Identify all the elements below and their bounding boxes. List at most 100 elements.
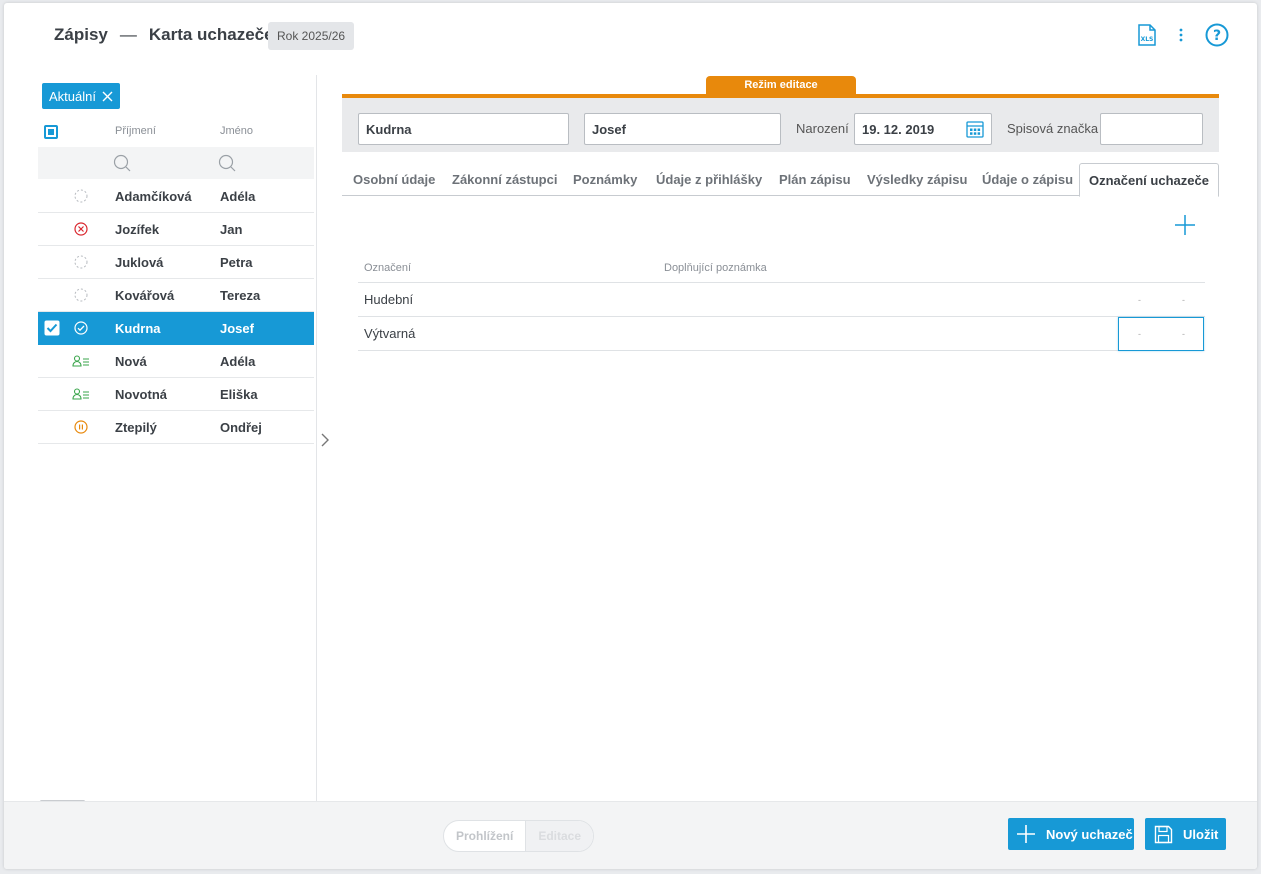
pending-icon <box>74 288 88 302</box>
firstname: Tereza <box>220 287 261 303</box>
new-applicant-button[interactable]: Nový uchazeč <box>1008 818 1134 850</box>
firstname: Petra <box>220 254 253 270</box>
filter-chip-label: Aktuální <box>49 88 96 104</box>
calendar-icon[interactable] <box>966 120 984 138</box>
page-name: Karta uchazeče <box>148 25 274 44</box>
help-icon[interactable]: ? <box>1205 23 1229 47</box>
tab-plan-zapisu[interactable]: Plán zápisu <box>779 163 851 196</box>
list-item[interactable]: Novotná Eliška <box>38 378 314 411</box>
view-mode-option[interactable]: Prohlížení <box>444 821 525 851</box>
enrolled-icon <box>72 387 90 401</box>
app-window: Zápisy — Karta uchazeče Rok 2025/26 XLS … <box>4 3 1257 869</box>
header-actions: XLS ? <box>1137 23 1229 47</box>
add-icon[interactable] <box>1174 214 1196 236</box>
title-separator: — <box>119 25 137 44</box>
edit-mode-option[interactable]: Editace <box>525 821 594 851</box>
applicant-edit-bar: Kudrna Josef Narození 19. 12. 2019 Spiso… <box>342 94 1219 152</box>
firstname: Josef <box>220 320 254 336</box>
surname: Adamčíková <box>115 188 192 204</box>
row-checkbox[interactable] <box>44 320 60 336</box>
tab-zakonni-zastupci[interactable]: Zákonní zástupci <box>452 163 557 196</box>
close-icon[interactable] <box>102 91 113 102</box>
filter-chip[interactable]: Aktuální <box>42 83 120 109</box>
table-row[interactable]: Hudební - - <box>358 283 1205 317</box>
surname: Ztepilý <box>115 419 157 435</box>
surname: Kovářová <box>115 287 175 303</box>
column-header-label: Označení <box>364 262 412 274</box>
firstname: Adéla <box>220 188 256 204</box>
detail-tabs: Osobní údaje Zákonní zástupci Poznámky Ú… <box>342 163 1219 197</box>
paused-icon <box>74 420 88 434</box>
label-cell: Výtvarná <box>364 326 416 341</box>
help-icon-text: ? <box>1213 28 1221 44</box>
rejected-icon <box>74 222 88 236</box>
label-cell: Hudební <box>364 292 414 307</box>
select-all-checkbox[interactable] <box>44 125 58 139</box>
list-item[interactable]: Jozífek Jan <box>38 213 314 246</box>
chevron-right-icon[interactable] <box>320 433 330 447</box>
column-header-surname[interactable]: Příjmení <box>115 125 156 137</box>
list-item[interactable]: Adamčíková Adéla <box>38 180 314 213</box>
save-icon <box>1154 825 1173 843</box>
applicant-list: Adamčíková Adéla Jozífek Jan Juklová Pet… <box>38 180 314 444</box>
xls-export-icon[interactable]: XLS <box>1137 24 1157 46</box>
save-button[interactable]: Uložit <box>1145 818 1226 850</box>
birth-date-value: 19. 12. 2019 <box>862 121 935 137</box>
focused-cell[interactable] <box>1118 317 1204 351</box>
pending-icon <box>74 189 88 203</box>
tab-vysledky-zapisu[interactable]: Výsledky zápisu <box>867 163 967 196</box>
column-header-note: Doplňující poznámka <box>664 262 767 274</box>
mode-switch[interactable]: Prohlížení Editace <box>443 820 595 852</box>
list-item[interactable]: Ztepilý Ondřej <box>38 411 314 444</box>
firstname-field[interactable]: Josef <box>584 113 781 145</box>
search-icon[interactable] <box>113 154 131 172</box>
firstname: Jan <box>220 221 243 237</box>
row-action-placeholder[interactable]: - <box>1138 329 1141 339</box>
row-action-placeholder[interactable]: - <box>1182 329 1185 339</box>
list-item-selected[interactable]: Kudrna Josef <box>38 312 314 345</box>
enrolled-icon <box>72 354 90 368</box>
label-table: Označení Doplňující poznámka Hudební - -… <box>358 253 1205 351</box>
footer-bar: Prohlížení Editace Nový uchazeč Uložit <box>4 801 1257 869</box>
tab-oznaceni-uchazece[interactable]: Označení uchazeče <box>1079 163 1219 197</box>
surname-field[interactable]: Kudrna <box>358 113 569 145</box>
tab-udaje-o-zapisu[interactable]: Údaje o zápisu <box>982 163 1073 196</box>
tab-osobni-udaje[interactable]: Osobní údaje <box>353 163 435 196</box>
app-name: Zápisy <box>54 25 108 44</box>
file-number-field[interactable] <box>1100 113 1203 145</box>
list-item[interactable]: Nová Adéla <box>38 345 314 378</box>
list-header: Příjmení Jméno <box>38 121 314 145</box>
surname: Jozífek <box>115 221 160 237</box>
column-header-firstname[interactable]: Jméno <box>220 125 253 137</box>
surname: Juklová <box>115 254 164 270</box>
search-icon[interactable] <box>218 154 236 172</box>
table-header: Označení Doplňující poznámka <box>358 253 1205 283</box>
list-item[interactable]: Kovářová Tereza <box>38 279 314 312</box>
row-action-placeholder[interactable]: - <box>1138 295 1141 305</box>
file-number-label: Spisová značka <box>1007 121 1099 136</box>
birth-date-field[interactable]: 19. 12. 2019 <box>854 113 992 145</box>
firstname: Adéla <box>220 353 256 369</box>
plus-icon <box>1017 825 1035 843</box>
school-year-badge[interactable]: Rok 2025/26 <box>268 22 355 50</box>
surname: Kudrna <box>115 320 161 336</box>
pending-icon <box>74 255 88 269</box>
tab-udaje-z-prihlasky[interactable]: Údaje z přihlášky <box>656 163 762 196</box>
surname: Nová <box>115 353 147 369</box>
list-item[interactable]: Juklová Petra <box>38 246 314 279</box>
firstname: Eliška <box>220 386 258 402</box>
more-menu-icon[interactable] <box>1179 27 1183 43</box>
row-action-placeholder[interactable]: - <box>1182 295 1185 305</box>
xls-icon-text: XLS <box>1141 36 1154 43</box>
panel-divider <box>316 75 317 803</box>
tab-poznamky[interactable]: Poznámky <box>573 163 637 196</box>
applicant-list-panel: Aktuální Příjmení Jméno Adamčíková Adéla… <box>38 75 318 803</box>
firstname: Ondřej <box>220 419 262 435</box>
accepted-icon <box>74 321 88 335</box>
page-title: Zápisy — Karta uchazeče <box>54 25 274 45</box>
save-label: Uložit <box>1183 826 1219 842</box>
birth-date-label: Narození <box>796 121 849 136</box>
edit-mode-badge: Režim editace <box>706 76 856 95</box>
new-applicant-label: Nový uchazeč <box>1046 826 1133 842</box>
table-row[interactable]: Výtvarná - - <box>358 317 1205 351</box>
